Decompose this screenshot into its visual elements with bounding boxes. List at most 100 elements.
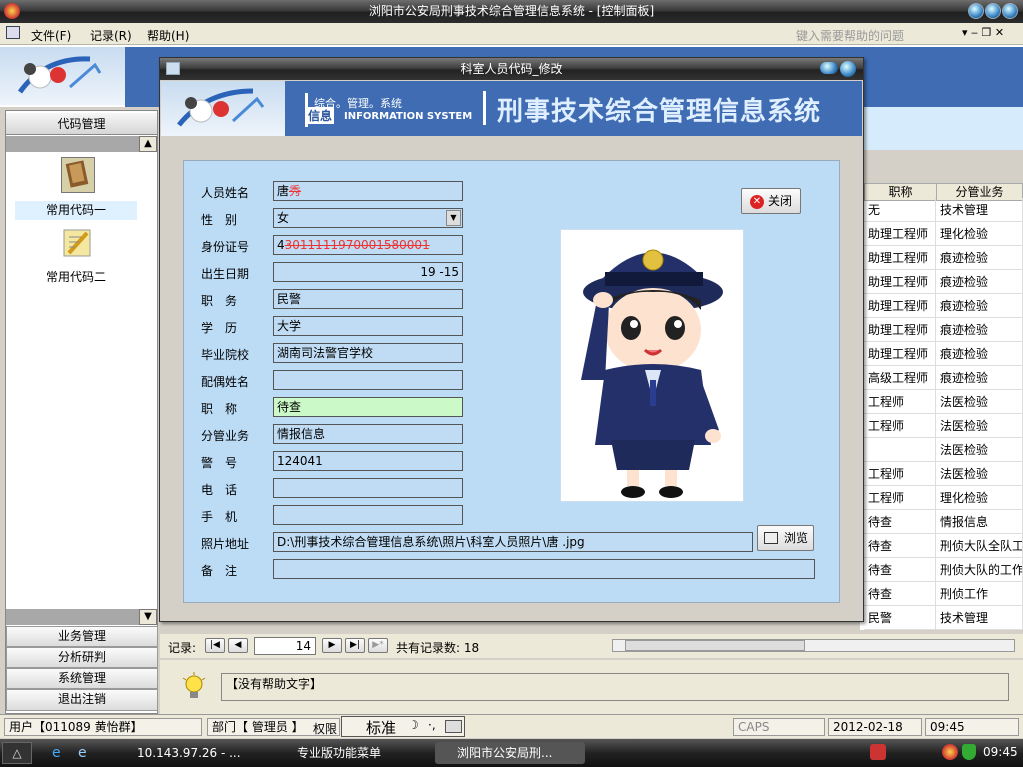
nav-system[interactable]: 系统管理 — [6, 668, 158, 689]
table-row[interactable]: 工程师 法医检验 — [864, 390, 1023, 414]
ime-bar[interactable]: 标准 ☽ ·, — [341, 716, 465, 737]
first-record-button[interactable]: |◀ — [205, 638, 225, 653]
menu-help[interactable]: 帮助(H) — [147, 27, 189, 44]
sidebar-item-common-code-1[interactable]: 常用代码一 — [15, 201, 137, 220]
label-id: 身份证号 — [201, 240, 250, 254]
ime-mode[interactable]: 标准 — [366, 717, 396, 738]
business-field[interactable]: 情报信息 — [273, 424, 463, 444]
duty-field[interactable]: 民警 — [273, 289, 463, 309]
ime-keyboard-icon[interactable] — [445, 720, 462, 733]
tray-shield-icon[interactable] — [962, 744, 976, 760]
tray-police-icon[interactable] — [942, 744, 958, 760]
nav-business[interactable]: 业务管理 — [6, 626, 158, 647]
table-row[interactable]: 民警 技术管理 — [864, 606, 1023, 630]
table-row[interactable]: 助理工程师 理化检验 — [864, 222, 1023, 246]
dialog-title: 科室人员代码_修改 — [460, 62, 563, 76]
table-row[interactable]: 无技术管理 — [864, 198, 1023, 222]
ie-icon[interactable]: e — [52, 745, 61, 761]
table-row[interactable]: 助理工程师 痕迹检验 — [864, 342, 1023, 366]
task-app[interactable]: 浏阳市公安局刑... — [435, 742, 585, 764]
table-row[interactable]: 工程师 理化检验 — [864, 486, 1023, 510]
cell-business: 法医检验 — [936, 390, 1023, 414]
table-row[interactable]: 待查 刑侦大队的工作 — [864, 558, 1023, 582]
label-phone: 电 话 — [201, 483, 238, 497]
ie-icon-2[interactable]: e — [78, 745, 87, 761]
table-row[interactable]: 待查 刑侦工作 — [864, 582, 1023, 606]
book-icon[interactable] — [61, 157, 95, 193]
menu-file[interactable]: 文件(F) — [31, 27, 71, 44]
dialog-minimize-button[interactable] — [820, 62, 838, 74]
cell-business: 痕迹检验 — [936, 246, 1023, 270]
doc-controls[interactable]: ▾ ‒ ❐ ✕ — [962, 26, 1004, 39]
status-caps: CAPS — [733, 718, 825, 736]
dialog-close-button[interactable] — [840, 61, 856, 77]
label-mobile: 手 机 — [201, 510, 238, 524]
menu-record[interactable]: 记录(R) — [90, 27, 132, 44]
dropdown-arrow-icon[interactable]: ▼ — [446, 210, 461, 226]
cell-title: 待查 — [864, 558, 936, 582]
table-row[interactable]: 待查 情报信息 — [864, 510, 1023, 534]
table-row[interactable]: 工程师 法医检验 — [864, 414, 1023, 438]
close-button[interactable]: ✕ 关闭 — [741, 188, 801, 214]
tray-app-icon[interactable] — [870, 744, 886, 760]
last-record-button[interactable]: ▶| — [345, 638, 365, 653]
help-question-box[interactable]: 键入需要帮助的问题 — [796, 27, 904, 44]
table-row[interactable]: 助理工程师 痕迹检验 — [864, 246, 1023, 270]
cell-title: 民警 — [864, 606, 936, 630]
close-window-button[interactable] — [1002, 3, 1018, 19]
ime-moon-icon[interactable]: ☽ — [408, 718, 419, 732]
tray-clock: 09:45 — [983, 745, 1018, 759]
app-icon — [4, 3, 20, 19]
gender-select[interactable]: 女 ▼ — [273, 208, 463, 228]
table-row[interactable]: 助理工程师 痕迹检验 — [864, 270, 1023, 294]
start-button[interactable]: △ — [2, 742, 32, 764]
id-number-field[interactable]: 43011111970001580001 — [273, 235, 463, 255]
lightbulb-icon — [180, 672, 208, 702]
task-menu[interactable]: 专业版功能菜单 — [275, 742, 425, 764]
task-remote[interactable]: 10.143.97.26 - ... — [115, 742, 265, 764]
close-x-icon: ✕ — [750, 195, 764, 209]
cell-business: 刑侦大队的工作 — [936, 558, 1023, 582]
education-field[interactable]: 大学 — [273, 316, 463, 336]
next-record-button[interactable]: ▶ — [322, 638, 342, 653]
notepad-icon[interactable] — [61, 227, 95, 261]
spouse-field[interactable] — [273, 370, 463, 390]
sidebar-item-common-code-2[interactable]: 常用代码二 — [15, 268, 137, 287]
sidebar-header[interactable]: 代码管理 — [6, 113, 157, 135]
birth-date-field[interactable]: 19 -15 — [273, 262, 463, 282]
nav-analysis[interactable]: 分析研判 — [6, 647, 158, 668]
school-field[interactable]: 湖南司法警官学校 — [273, 343, 463, 363]
cell-business: 痕迹检验 — [936, 366, 1023, 390]
nav-logout[interactable]: 退出注销 — [6, 689, 158, 711]
mobile-field[interactable] — [273, 505, 463, 525]
minimize-button[interactable] — [968, 3, 984, 19]
phone-field[interactable] — [273, 478, 463, 498]
prev-record-button[interactable]: ◀ — [228, 638, 248, 653]
name-field[interactable]: 唐秀 — [273, 181, 463, 201]
ime-punct-icon[interactable]: ·, — [428, 718, 436, 732]
table-row[interactable]: 工程师 法医检验 — [864, 462, 1023, 486]
cell-business: 情报信息 — [936, 510, 1023, 534]
cell-business: 痕迹检验 — [936, 342, 1023, 366]
table-row[interactable]: 助理工程师 痕迹检验 — [864, 294, 1023, 318]
window-menu-icon[interactable] — [6, 26, 20, 39]
cell-business: 技术管理 — [936, 606, 1023, 630]
table-row[interactable]: 法医检验 — [864, 438, 1023, 462]
remark-field[interactable] — [273, 559, 815, 579]
photo-path-field[interactable]: D:\刑事技术综合管理信息系统\照片\科室人员照片\唐 .jpg — [273, 532, 753, 552]
taskbar: △ e e 10.143.97.26 - ... 专业版功能菜单 浏阳市公安局刑… — [0, 739, 1023, 767]
dialog-titlebar: 科室人员代码_修改 — [160, 58, 863, 80]
browse-button[interactable]: 浏览 — [757, 525, 814, 551]
table-row[interactable]: 高级工程师 痕迹检验 — [864, 366, 1023, 390]
scroll-down-icon[interactable]: ▼ — [139, 609, 157, 625]
record-number-input[interactable]: 14 — [254, 637, 316, 655]
table-row[interactable]: 助理工程师 痕迹检验 — [864, 318, 1023, 342]
title-field[interactable]: 待查 — [273, 397, 463, 417]
table-row[interactable]: 待查 刑侦大队全队工 — [864, 534, 1023, 558]
horizontal-scrollbar[interactable] — [612, 639, 1015, 652]
badge-field[interactable]: 124041 — [273, 451, 463, 471]
scroll-up-icon[interactable]: ▲ — [139, 136, 157, 152]
maximize-button[interactable] — [985, 3, 1001, 19]
status-time: 09:45 — [925, 718, 1019, 736]
new-record-button[interactable]: ▶* — [368, 638, 388, 653]
